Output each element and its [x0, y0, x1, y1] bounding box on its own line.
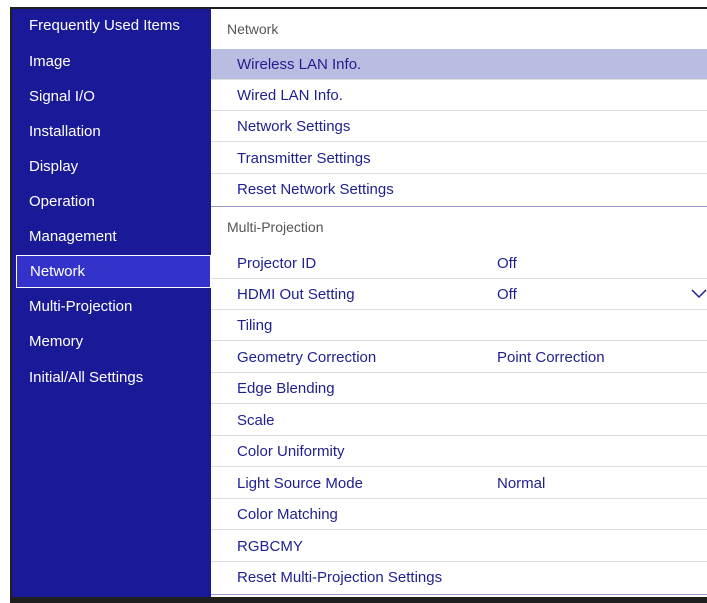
menu-item-color-uniformity[interactable]: Color Uniformity	[211, 436, 707, 467]
menu-item-reset-network-settings[interactable]: Reset Network Settings	[211, 174, 707, 205]
menu-item-label: Projector ID	[237, 255, 317, 272]
menu-item-transmitter-settings[interactable]: Transmitter Settings	[211, 143, 707, 174]
menu-item-label: Tiling	[237, 317, 273, 334]
settings-panel: Network Wireless LAN Info. Wired LAN Inf…	[211, 9, 707, 597]
sidebar-item-frequently-used-items[interactable]: Frequently Used Items	[12, 9, 210, 42]
menu-item-label: HDMI Out Setting	[237, 286, 355, 303]
sidebar-item-management[interactable]: Management	[12, 220, 210, 253]
section-divider	[211, 206, 707, 207]
sidebar-item-display[interactable]: Display	[12, 150, 210, 183]
menu-item-label: Color Matching	[237, 506, 338, 523]
menu-item-hdmi-out-setting[interactable]: HDMI Out Setting Off	[211, 279, 707, 310]
menu-item-wireless-lan-info[interactable]: Wireless LAN Info.	[211, 49, 707, 80]
menu-item-value: Off	[497, 286, 517, 303]
menu-item-network-settings[interactable]: Network Settings	[211, 111, 707, 142]
menu-item-label: Edge Blending	[237, 380, 335, 397]
sidebar: Frequently Used Items Image Signal I/O I…	[12, 9, 211, 597]
menu-item-geometry-correction[interactable]: Geometry Correction Point Correction	[211, 342, 707, 373]
menu-item-label: Geometry Correction	[237, 349, 377, 366]
section-header-multi-projection: Multi-Projection	[227, 219, 324, 235]
sidebar-item-initial-all-settings[interactable]: Initial/All Settings	[12, 361, 210, 394]
menu-item-color-matching[interactable]: Color Matching	[211, 499, 707, 530]
sidebar-item-operation[interactable]: Operation	[12, 185, 210, 218]
sidebar-item-memory[interactable]: Memory	[12, 325, 210, 358]
menu-item-value: Normal	[497, 475, 546, 492]
menu-item-label: Reset Multi-Projection Settings	[237, 569, 443, 586]
sidebar-item-image[interactable]: Image	[12, 45, 210, 78]
menu-item-label: Wireless LAN Info.	[237, 56, 362, 73]
menu-item-tiling[interactable]: Tiling	[211, 310, 707, 341]
chevron-down-icon[interactable]	[691, 288, 707, 300]
sidebar-item-network[interactable]: Network	[16, 255, 211, 288]
menu-item-edge-blending[interactable]: Edge Blending	[211, 373, 707, 404]
menu-item-scale[interactable]: Scale	[211, 405, 707, 436]
menu-item-value: Off	[497, 255, 517, 272]
menu-item-value: Point Correction	[497, 349, 605, 366]
menu-item-label: Wired LAN Info.	[237, 87, 343, 104]
sidebar-item-installation[interactable]: Installation	[12, 115, 210, 148]
menu-item-reset-multi-projection-settings[interactable]: Reset Multi-Projection Settings	[211, 562, 707, 593]
menu-item-label: Light Source Mode	[237, 475, 363, 492]
sidebar-item-multi-projection[interactable]: Multi-Projection	[12, 290, 210, 323]
menu-item-label: Transmitter Settings	[237, 150, 371, 167]
menu-item-wired-lan-info[interactable]: Wired LAN Info.	[211, 80, 707, 111]
menu-item-label: Scale	[237, 412, 275, 429]
menu-item-projector-id[interactable]: Projector ID Off	[211, 248, 707, 279]
section-header-network: Network	[227, 21, 279, 37]
menu-item-rgbcmy[interactable]: RGBCMY	[211, 531, 707, 562]
menu-item-label: Color Uniformity	[237, 443, 345, 460]
sidebar-item-signal-io[interactable]: Signal I/O	[12, 80, 210, 113]
section-divider	[211, 594, 707, 595]
menu-item-label: Reset Network Settings	[237, 181, 394, 198]
menu-item-label: RGBCMY	[237, 538, 303, 555]
menu-item-label: Network Settings	[237, 118, 351, 135]
menu-item-light-source-mode[interactable]: Light Source Mode Normal	[211, 468, 707, 499]
